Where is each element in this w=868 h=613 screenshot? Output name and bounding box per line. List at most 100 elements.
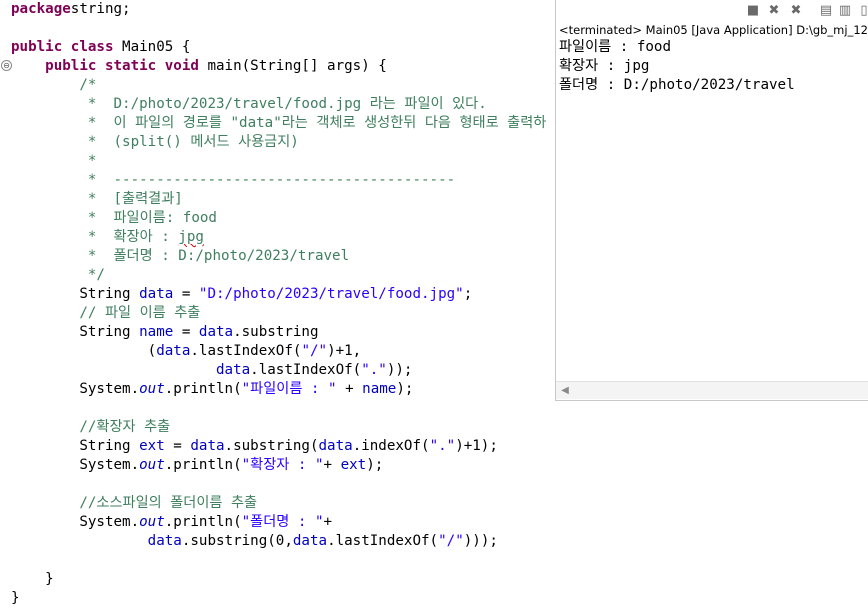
code-line: String data = "D:/photo/2023/travel/food… (11, 285, 472, 304)
code-token: = (173, 324, 199, 340)
code-token: )); (386, 362, 413, 378)
code-token: = (164, 438, 191, 454)
code-token: .substring (233, 324, 319, 340)
code-line: * --------------------------------------… (11, 171, 455, 190)
scroll-lock-icon[interactable]: ▥ (837, 3, 853, 19)
code-token: data (198, 324, 234, 340)
code-line: * 폴더명 : D:/photo/2023/travel (11, 247, 349, 266)
code-token: * 파일이름: food (11, 210, 217, 226)
code-token: data (147, 533, 182, 549)
code-token: "." (429, 438, 456, 454)
code-line: String name = data.substring (11, 323, 319, 342)
console-process-label: <terminated> Main05 [Java Application] D… (559, 23, 868, 37)
code-token: data (190, 438, 225, 454)
code-token: data (292, 533, 328, 549)
code-token: .substring(0, (181, 533, 293, 549)
code-token: data (318, 438, 353, 454)
word-wrap-icon[interactable]: ▯ (856, 3, 868, 19)
code-token: main(String[] args) { (198, 58, 387, 74)
code-token: .println( (164, 514, 242, 530)
code-token: data (156, 343, 191, 359)
code-token: System. (11, 457, 140, 473)
code-token: * --------------------------------------… (11, 172, 456, 188)
code-token: .println( (164, 457, 242, 473)
terminate-icon[interactable]: ■ (745, 3, 761, 19)
code-token: * [출력결과] (11, 191, 183, 207)
code-token: data (139, 286, 174, 302)
code-token: } (11, 590, 20, 606)
code-line: // 파일 이름 추출 (11, 304, 200, 323)
console-view[interactable]: ■ ✖ ✖ ▤ ▥ ▯ <terminated> Main05 [Java Applica… (555, 0, 868, 401)
code-token: name (362, 381, 397, 397)
code-token: )+1); (455, 438, 498, 454)
code-line: public static void main(String[] args) { (11, 57, 387, 76)
code-token: "/" (301, 343, 328, 359)
code-token: * 확장아 : (11, 229, 179, 245)
code-token: "." (361, 362, 387, 378)
scroll-left-arrow-icon[interactable]: ◀ (559, 382, 571, 399)
code-token: data (216, 362, 251, 378)
code-token: name (139, 324, 174, 340)
code-token: "확장자 : " (241, 457, 324, 473)
code-token: ext (139, 438, 165, 454)
code-line: System.out.println("확장자 : "+ ext); (11, 456, 383, 475)
console-output-line: 확장자 : jpg (559, 58, 650, 74)
code-token: "파일이름 : " (241, 381, 337, 397)
console-toolbar: ■ ✖ ✖ ▤ ▥ ▯ (556, 0, 868, 22)
code-token: String (11, 438, 140, 454)
code-token: * (11, 153, 97, 169)
code-token: ); (366, 457, 384, 473)
code-token: .indexOf( (352, 438, 430, 454)
code-line: * (split() 메서드 사용금지) (11, 133, 299, 152)
code-token: out (139, 381, 165, 397)
code-line: //소스파일의 폴더이름 추출 (11, 494, 257, 513)
code-line: * [출력결과] (11, 190, 183, 209)
code-token: package (11, 1, 71, 17)
code-line: System.out.println("파일이름 : " + name); (11, 380, 413, 399)
code-token: + (336, 381, 363, 397)
code-token: public class (11, 39, 114, 55)
code-token: // 파일 이름 추출 (11, 305, 201, 321)
code-token: * D:/photo/2023/travel/food.jpg 라는 파일이 있… (11, 96, 487, 112)
code-token: ); (396, 381, 414, 397)
code-token: Main05 { (113, 39, 191, 55)
code-token: .println( (164, 381, 242, 397)
code-token: /* (11, 77, 97, 93)
code-token: "D:/photo/2023/travel/food.jpg" (198, 286, 464, 302)
remove-all-terminated-icon[interactable]: ✖ (788, 3, 804, 19)
code-token: ))); (463, 533, 498, 549)
console-output-line: 폴더명 : D:/photo/2023/travel (559, 77, 795, 93)
code-line: */ (11, 266, 105, 285)
code-line: //확장자 추출 (11, 418, 170, 437)
code-line: * 확장아 : jpg (11, 228, 204, 247)
clear-console-icon[interactable]: ▤ (818, 3, 834, 19)
code-line: } (11, 589, 20, 608)
code-token: = (173, 286, 199, 302)
code-line: * 파일이름: food (11, 209, 217, 228)
code-line: public class Main05 { (11, 38, 190, 57)
code-token: "폴더명 : " (241, 514, 324, 530)
code-line: System.out.println("폴더명 : "+ (11, 513, 332, 532)
code-token: System. (11, 381, 140, 397)
code-token: "/" (438, 533, 464, 549)
code-token: out (139, 457, 165, 473)
code-token: public static void (45, 58, 199, 74)
code-line: (data.lastIndexOf("/")+1, (11, 342, 362, 361)
code-token: .substring( (224, 438, 319, 454)
remove-launch-icon[interactable]: ✖ (766, 3, 782, 19)
code-token: ; (463, 286, 473, 302)
horizontal-scrollbar[interactable]: ◀ (556, 381, 868, 399)
collapse-icon[interactable]: ⊖ (1, 60, 12, 71)
code-token: ( (11, 343, 157, 359)
code-token: + (323, 514, 333, 530)
code-line: data.substring(0,data.lastIndexOf("/")))… (11, 532, 498, 551)
code-line: } (11, 570, 54, 589)
code-token: String (11, 286, 140, 302)
code-token: ext (340, 457, 367, 473)
code-token: */ (11, 267, 105, 283)
code-token: * 이 파일의 경로를 "data"라는 객체로 생성한뒤 다음 형태로 출력하 (11, 115, 547, 131)
code-line: String ext = data.substring(data.indexOf… (11, 437, 498, 456)
code-token: * (split() 메서드 사용금지) (11, 134, 299, 150)
